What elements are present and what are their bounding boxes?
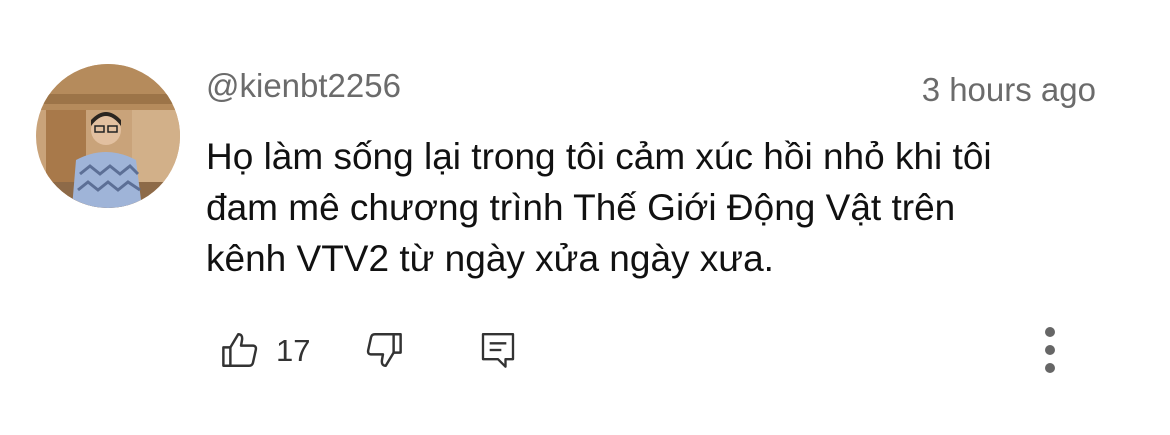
like-count: 17 [276, 333, 311, 368]
more-vertical-icon [1045, 327, 1055, 373]
reply-button[interactable] [474, 326, 522, 374]
comment-timestamp: 3 hours ago [921, 71, 1096, 108]
comment-item: @kienbt2256 3 hours ago Họ làm sống lại … [0, 0, 1170, 435]
more-options-button[interactable] [1030, 322, 1070, 378]
like-button[interactable] [216, 326, 264, 374]
author-handle[interactable]: @kienbt2256 [206, 66, 401, 106]
avatar-image [36, 64, 180, 208]
comment-body: Họ làm sống lại trong tôi cảm xúc hồi nh… [206, 131, 1106, 284]
comment-body-line: đam mê chương trình Thế Giới Động Vật tr… [206, 187, 956, 228]
comment-body-line: Họ làm sống lại trong tôi cảm xúc hồi nh… [206, 136, 992, 177]
reply-comment-icon [481, 333, 515, 368]
avatar[interactable] [36, 64, 180, 208]
thumbs-down-icon [366, 333, 402, 367]
dislike-button[interactable] [360, 326, 408, 374]
comment-body-line: kênh VTV2 từ ngày xửa ngày xưa. [206, 238, 774, 279]
comment-actions: 17 [0, 320, 1170, 384]
thumbs-up-icon [222, 333, 258, 367]
